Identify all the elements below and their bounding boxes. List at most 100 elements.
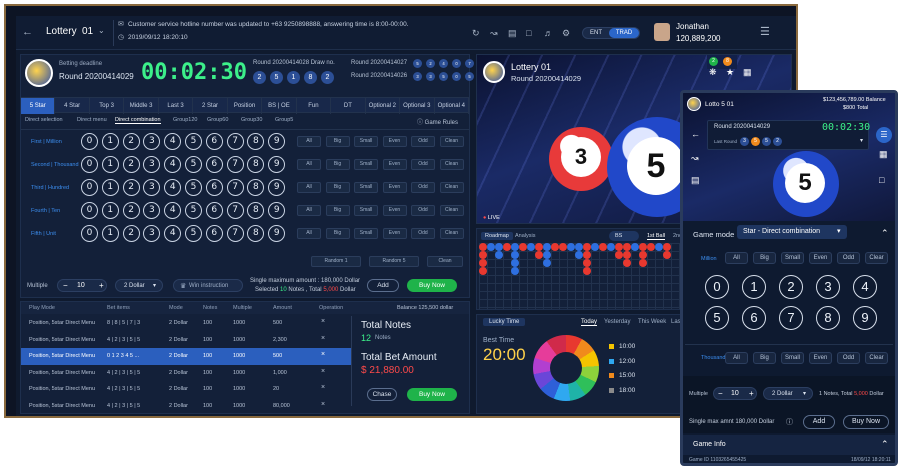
quick-odd-button[interactable]: Odd [411,182,435,193]
mobile-number-button-7[interactable]: 7 [779,306,803,330]
number-button-8[interactable]: 8 [247,156,265,173]
number-button-0[interactable]: 0 [81,225,98,242]
mobile-add-button[interactable]: Add [803,415,835,429]
number-button-8[interactable]: 8 [247,179,265,196]
chevron-up-icon[interactable]: ⌃ [881,228,889,238]
tab-optional-2[interactable]: Optional 2 [366,98,401,114]
number-button-8[interactable]: 8 [247,225,265,242]
number-button-3[interactable]: 3 [143,225,161,242]
mobile-quick-all-button[interactable]: All [725,352,748,364]
mobile-quick-even-button[interactable]: Even [809,252,832,264]
random-random-1-button[interactable]: Random 1 [311,256,361,267]
game-info-header[interactable]: Game Info ⌃ [683,435,895,455]
mobile-number-button-5[interactable]: 5 [705,306,729,330]
gear-icon[interactable]: ⚙ [562,28,570,38]
number-button-3[interactable]: 3 [143,133,161,150]
mobile-quick-clear-button[interactable]: Clear [865,252,888,264]
video-icon[interactable]: □ [526,28,531,38]
number-button-9[interactable]: 9 [268,133,286,150]
tab-bs-oe[interactable]: BS | OE [262,98,297,114]
chase-button[interactable]: Chase [367,388,397,401]
tab-today[interactable]: Today [581,319,598,326]
grid-icon[interactable]: ▦ [743,67,752,77]
info-icon[interactable]: ⓘ [786,417,793,427]
random-clean-button[interactable]: Clean [427,256,463,267]
number-button-5[interactable]: 5 [185,202,202,219]
quick-clean-button[interactable]: Clean [439,182,464,193]
mobile-quick-small-button[interactable]: Small [781,352,804,364]
number-button-7[interactable]: 7 [226,225,244,242]
quick-small-button[interactable]: Small [354,205,378,216]
quick-even-button[interactable]: Even [382,228,407,239]
number-button-7[interactable]: 7 [226,156,244,173]
mobile-quick-big-button[interactable]: Big [753,352,776,364]
number-button-2[interactable]: 2 [122,179,140,196]
tab-4-star[interactable]: 4 Star [55,98,90,114]
quick-even-button[interactable]: Even [382,136,407,147]
language-toggle[interactable]: ENT TRAD [582,27,640,39]
document-icon[interactable]: ▤ [508,28,517,38]
subtab-group5[interactable]: Group5 [275,117,293,123]
minus-icon[interactable]: − [718,389,723,398]
quick-all-button[interactable]: All [297,205,321,216]
number-button-9[interactable]: 9 [268,225,286,242]
mobile-number-button-1[interactable]: 1 [742,275,766,299]
number-button-1[interactable]: 1 [101,179,119,196]
delete-icon[interactable]: × [321,318,325,325]
hamburger-menu-icon[interactable]: ☰ [760,27,770,38]
quick-small-button[interactable]: Small [354,228,378,239]
number-button-4[interactable]: 4 [164,225,182,242]
number-button-3[interactable]: 3 [143,156,161,173]
back-arrow-icon[interactable]: ← [22,27,33,38]
mobile-quick-clear-button[interactable]: Clear [865,352,888,364]
order-buy-now-button[interactable]: Buy Now [407,388,457,401]
tab-top-3[interactable]: Top 3 [90,98,125,114]
mobile-unit-select[interactable]: 2 Dollar ▾ [763,387,813,400]
tab-optional-4[interactable]: Optional 4 [435,98,469,114]
back-arrow-icon[interactable]: ← [691,129,700,139]
mobile-multiple-stepper[interactable]: − 10 + [713,387,757,400]
hamburger-menu-icon[interactable]: ☰ [876,127,892,143]
number-button-8[interactable]: 8 [247,133,265,150]
order-row[interactable]: Position, 5star Direct Menu 4 | 2 | 3 | 5… [21,365,351,382]
number-button-0[interactable]: 0 [81,133,98,150]
number-button-4[interactable]: 4 [164,179,182,196]
number-button-3[interactable]: 3 [143,202,161,219]
quick-odd-button[interactable]: Odd [411,136,435,147]
number-button-7[interactable]: 7 [226,202,244,219]
avatar[interactable] [654,23,670,41]
tab-position[interactable]: Position [228,98,263,114]
tab-fun[interactable]: Fun [297,98,332,114]
tab-this-week[interactable]: This Week [638,319,666,325]
mobile-quick-odd-button[interactable]: Odd [837,252,860,264]
mobile-quick-small-button[interactable]: Small [781,252,804,264]
game-rules-link[interactable]: ⓘ Game Rules [417,117,458,126]
minus-icon[interactable]: − [63,281,68,290]
number-button-8[interactable]: 8 [247,202,265,219]
number-button-1[interactable]: 1 [101,156,119,173]
chevron-up-icon[interactable]: ⌃ [881,439,889,450]
quick-big-button[interactable]: Big [325,228,350,239]
multiple-value[interactable]: 10 [77,282,85,289]
plus-icon[interactable]: + [749,389,754,398]
quick-all-button[interactable]: All [297,182,321,193]
game-mode-select[interactable]: Star - Direct combination ▾ [737,225,847,239]
grid-icon[interactable]: ▦ [879,149,888,159]
number-button-6[interactable]: 6 [205,225,223,242]
subtab-group60[interactable]: Group60 [207,117,228,123]
number-button-0[interactable]: 0 [81,179,98,196]
unit-select[interactable]: 2 Dollar ▾ [115,279,163,292]
number-button-4[interactable]: 4 [164,156,182,173]
roadmap-select[interactable]: BS [609,231,639,241]
add-button[interactable]: Add [367,279,399,292]
delete-icon[interactable]: × [321,368,325,375]
quick-odd-button[interactable]: Odd [411,228,435,239]
mobile-number-button-4[interactable]: 4 [853,275,877,299]
number-button-2[interactable]: 2 [122,202,140,219]
number-button-6[interactable]: 6 [205,133,223,150]
quick-small-button[interactable]: Small [354,136,378,147]
quick-clean-button[interactable]: Clean [439,228,464,239]
mobile-number-button-3[interactable]: 3 [816,275,840,299]
mobile-quick-big-button[interactable]: Big [753,252,776,264]
tab-middle-3[interactable]: Middle 3 [124,98,159,114]
